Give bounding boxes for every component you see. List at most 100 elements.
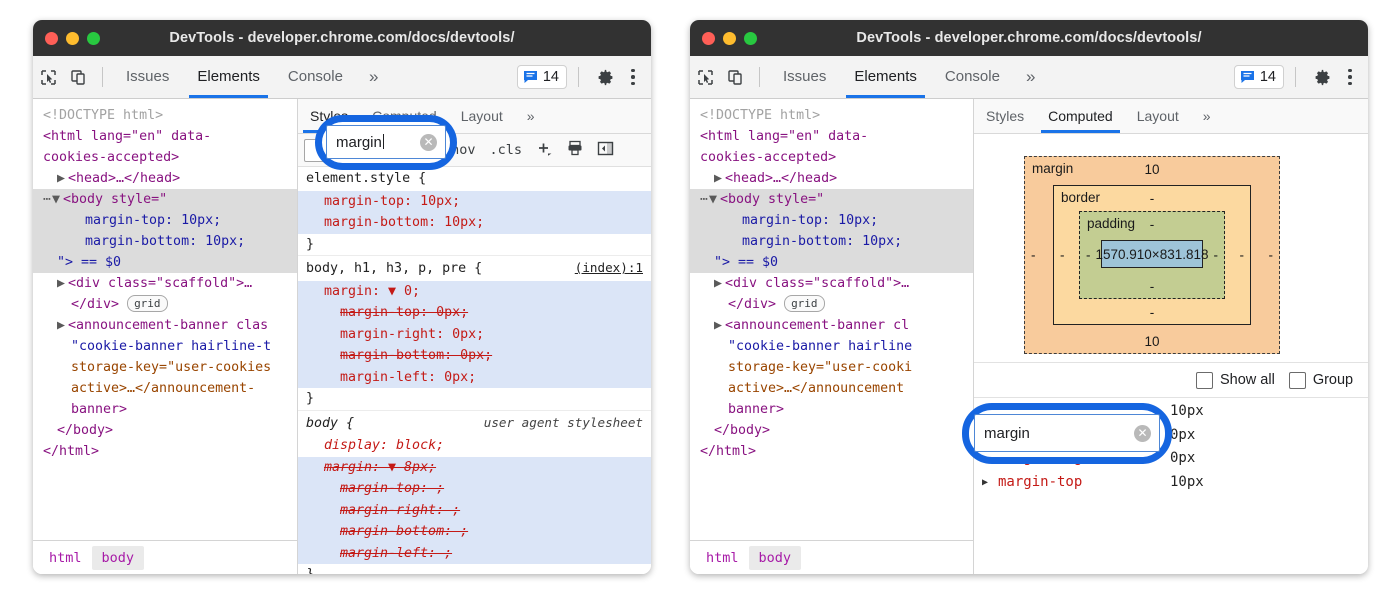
computed-sidebar-toggle-icon[interactable] xyxy=(590,141,621,160)
expand-arrow-icon[interactable]: ▶ xyxy=(57,168,68,189)
minimize-window-button[interactable] xyxy=(66,32,79,45)
minimize-window-button[interactable] xyxy=(723,32,736,45)
computed-property-row[interactable]: ▶ margin-top 10px xyxy=(974,471,1368,495)
computed-filter-input[interactable]: margin ✕ xyxy=(974,414,1160,452)
subtab-computed[interactable]: Computed xyxy=(1036,99,1125,133)
box-model-content[interactable]: 1570.910×831.818 xyxy=(1101,240,1203,268)
tab-elements[interactable]: Elements xyxy=(183,56,274,98)
border-top-value[interactable]: - xyxy=(1054,191,1250,206)
more-tabs-icon[interactable]: » xyxy=(357,56,390,98)
css-declaration[interactable]: margin-right: ; xyxy=(298,500,651,522)
box-model-padding[interactable]: padding - - - - 1570.910×831.818 xyxy=(1079,211,1225,299)
border-bottom-value[interactable]: - xyxy=(1054,305,1250,320)
css-declaration[interactable]: margin-top: ; xyxy=(298,478,651,500)
css-declaration[interactable]: margin: ▼ 8px; xyxy=(298,457,651,479)
issues-badge[interactable]: 14 xyxy=(1234,65,1284,89)
padding-left-value[interactable]: - xyxy=(1086,248,1091,263)
dom-node-div-scaffold[interactable]: ▶<div class="scaffold">… xyxy=(33,273,297,294)
collapse-arrow-icon[interactable]: ▼ xyxy=(52,189,63,210)
breadcrumb-item-body[interactable]: body xyxy=(749,546,802,570)
css-origin-link[interactable]: (index):1 xyxy=(575,260,643,275)
css-declaration[interactable]: margin-left: ; xyxy=(298,543,651,565)
expand-arrow-icon[interactable]: ▶ xyxy=(57,273,68,294)
css-declaration[interactable]: margin-bottom: 10px; xyxy=(298,212,651,234)
group-checkbox[interactable]: Group xyxy=(1289,372,1353,389)
device-toolbar-icon[interactable] xyxy=(720,64,750,90)
maximize-window-button[interactable] xyxy=(744,32,757,45)
dom-node-banner-open[interactable]: ▶<announcement-banner clas xyxy=(33,315,297,336)
css-declaration[interactable]: display: block; xyxy=(298,435,651,457)
css-rule-selector-row[interactable]: body { user agent stylesheet xyxy=(298,411,651,436)
close-window-button[interactable] xyxy=(45,32,58,45)
css-rule-selector-row[interactable]: element.style { xyxy=(298,167,651,191)
dom-node-div-scaffold[interactable]: ▶<div class="scaffold">… xyxy=(690,273,973,294)
issues-badge[interactable]: 14 xyxy=(517,65,567,89)
close-window-button[interactable] xyxy=(702,32,715,45)
padding-top-value[interactable]: - xyxy=(1080,217,1224,232)
box-model-border[interactable]: border - - - - padding - - - - xyxy=(1053,185,1251,325)
padding-right-value[interactable]: - xyxy=(1214,248,1219,263)
box-model-margin[interactable]: margin 10 10 - - border - - - - padd xyxy=(1024,156,1280,354)
margin-top-value[interactable]: 10 xyxy=(1025,162,1279,177)
border-left-value[interactable]: - xyxy=(1060,248,1065,263)
css-declaration[interactable]: margin-left: 0px; xyxy=(298,367,651,389)
dom-node-banner-open[interactable]: ▶<announcement-banner cl xyxy=(690,315,973,336)
css-declaration[interactable]: margin: ▼ 0; xyxy=(298,281,651,303)
subtab-more-icon[interactable]: » xyxy=(1191,99,1223,133)
print-media-icon[interactable] xyxy=(560,140,590,160)
css-declaration[interactable]: margin-bottom: ; xyxy=(298,521,651,543)
tab-console[interactable]: Console xyxy=(931,56,1014,98)
kebab-menu-icon[interactable] xyxy=(1339,64,1361,90)
tab-issues[interactable]: Issues xyxy=(769,56,840,98)
collapse-arrow-icon[interactable]: ▼ xyxy=(709,189,720,210)
tab-console[interactable]: Console xyxy=(274,56,357,98)
breadcrumb-item-html[interactable]: html xyxy=(39,546,92,570)
tab-issues[interactable]: Issues xyxy=(112,56,183,98)
css-declaration[interactable]: margin-top: 0px; xyxy=(298,302,651,324)
expand-arrow-icon[interactable]: ▶ xyxy=(714,315,725,336)
breadcrumb-item-html[interactable]: html xyxy=(696,546,749,570)
overflow-dots[interactable]: ⋯ xyxy=(700,192,709,207)
dom-node-head[interactable]: ▶<head>…</head> xyxy=(33,168,297,189)
checkbox-box[interactable] xyxy=(1196,372,1213,389)
css-declaration[interactable]: margin-bottom: 0px; xyxy=(298,345,651,367)
device-toolbar-icon[interactable] xyxy=(63,64,93,90)
gear-icon[interactable] xyxy=(590,64,620,90)
kebab-menu-icon[interactable] xyxy=(622,64,644,90)
dom-node-body-open[interactable]: ⋯▼<body style=" xyxy=(690,189,973,210)
dom-node-body-open[interactable]: ⋯▼<body style=" xyxy=(33,189,297,210)
gear-icon[interactable] xyxy=(1307,64,1337,90)
new-style-rule-icon[interactable] xyxy=(529,141,560,160)
checkbox-box[interactable] xyxy=(1289,372,1306,389)
maximize-window-button[interactable] xyxy=(87,32,100,45)
inspect-cursor-icon[interactable] xyxy=(33,64,63,90)
grid-badge[interactable]: grid xyxy=(784,295,825,312)
expand-arrow-icon[interactable]: ▶ xyxy=(57,315,68,336)
dom-node-html-open[interactable]: <html lang="en" data- xyxy=(690,126,973,147)
grid-badge[interactable]: grid xyxy=(127,295,168,312)
dom-node-html-open[interactable]: <html lang="en" data- xyxy=(33,126,297,147)
subtab-styles[interactable]: Styles xyxy=(974,99,1036,133)
margin-right-value[interactable]: - xyxy=(1269,248,1274,263)
expand-arrow-icon[interactable]: ▶ xyxy=(714,273,725,294)
cls-toggle[interactable]: .cls xyxy=(483,142,530,158)
show-all-checkbox[interactable]: Show all xyxy=(1196,372,1275,389)
clear-input-icon[interactable]: ✕ xyxy=(1134,425,1151,442)
breadcrumb-item-body[interactable]: body xyxy=(92,546,145,570)
dom-node-head[interactable]: ▶<head>…</head> xyxy=(690,168,973,189)
subtab-layout[interactable]: Layout xyxy=(1125,99,1191,133)
tab-elements[interactable]: Elements xyxy=(840,56,931,98)
css-declaration[interactable]: margin-top: 10px; xyxy=(298,191,651,213)
clear-input-icon[interactable]: ✕ xyxy=(420,134,437,151)
css-rule-selector-row[interactable]: body, h1, h3, p, pre { (index):1 xyxy=(298,256,651,281)
margin-left-value[interactable]: - xyxy=(1031,248,1036,263)
expand-arrow-icon[interactable]: ▶ xyxy=(714,168,725,189)
expand-arrow-icon[interactable]: ▶ xyxy=(982,471,998,495)
subtab-more-icon[interactable]: » xyxy=(515,99,547,133)
subtab-layout[interactable]: Layout xyxy=(449,99,515,133)
inspect-cursor-icon[interactable] xyxy=(690,64,720,90)
padding-bottom-value[interactable]: - xyxy=(1080,279,1224,294)
margin-bottom-value[interactable]: 10 xyxy=(1025,334,1279,349)
css-declaration[interactable]: margin-right: 0px; xyxy=(298,324,651,346)
styles-filter-input[interactable]: margin ✕ xyxy=(326,125,446,159)
